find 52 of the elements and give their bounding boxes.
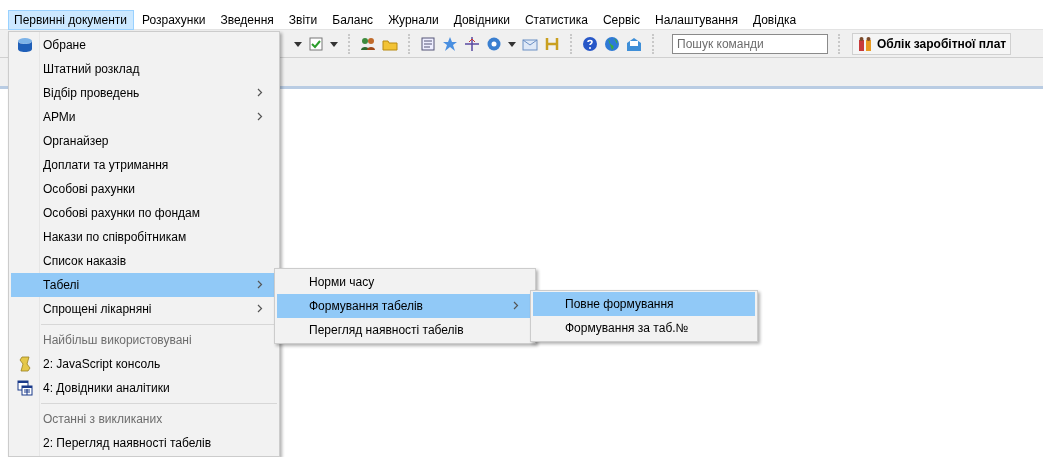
menu-bar-item[interactable]: Журнали <box>382 9 446 30</box>
menu-item[interactable]: Обране <box>11 33 277 57</box>
menu-group-header: Найбільш використовувані <box>42 333 193 347</box>
menu-item[interactable]: 2: JavaScript консоль <box>11 352 277 376</box>
menu-item[interactable]: Повне формування <box>533 292 755 316</box>
menu-item[interactable]: Органайзер <box>11 129 277 153</box>
table-windows-icon <box>17 380 33 396</box>
menu-group-header: Останні з викликаних <box>42 412 164 426</box>
chevron-right-icon <box>513 301 519 310</box>
chevron-right-icon <box>257 304 263 313</box>
menu-bar-item[interactable]: Первинні документи <box>8 9 134 30</box>
menu-item[interactable]: Формування табелів <box>277 294 533 318</box>
menu-bar-item[interactable]: Довідники <box>447 9 517 30</box>
menu-item[interactable]: Спрощені лікарняні <box>11 297 277 321</box>
menu-item[interactable]: Формування за таб.№ <box>533 316 755 340</box>
menu-item[interactable]: Особові рахунки <box>11 177 277 201</box>
menu-item[interactable]: Список наказів <box>11 249 277 273</box>
search-field[interactable]: Пошук команди <box>672 33 828 54</box>
star-icon[interactable] <box>442 35 458 52</box>
menu-item[interactable]: 4: Довідники аналітики <box>11 376 277 400</box>
chevron-right-icon <box>257 112 263 121</box>
menu-bar-item[interactable]: Налаштування <box>649 9 745 30</box>
menu-item[interactable]: Табелі <box>11 273 277 297</box>
menu-item[interactable]: 2: Перегляд наявності табелів <box>11 431 277 455</box>
crosshair-icon[interactable] <box>464 35 480 52</box>
menu-bar-item[interactable]: Розрахунки <box>136 9 213 30</box>
people-icon[interactable] <box>857 35 873 52</box>
menu-bar-item[interactable]: Сервіс <box>596 9 647 30</box>
menu-item[interactable]: Доплати та утримання <box>11 153 277 177</box>
people-icon[interactable] <box>360 35 376 52</box>
document-icon[interactable] <box>420 35 436 52</box>
help-icon[interactable] <box>582 35 598 52</box>
chevron-right-icon <box>257 88 263 97</box>
menu-item[interactable]: Накази по співробітникам <box>11 225 277 249</box>
menu-item[interactable]: Норми часу <box>277 270 533 294</box>
globe-icon[interactable] <box>604 35 620 52</box>
menu-item[interactable]: Штатний розклад <box>11 57 277 81</box>
mail-icon[interactable] <box>626 35 642 52</box>
checked-document-icon[interactable] <box>308 35 324 52</box>
menu-bar-item[interactable]: Статистика <box>518 9 595 30</box>
toolbar-button[interactable]: Облік заробітної плат <box>852 32 1012 55</box>
menu-bar-item[interactable]: Довідка <box>746 9 804 30</box>
chevron-right-icon <box>257 280 263 289</box>
menu-bar-item[interactable]: Баланс <box>326 9 381 30</box>
menu-item[interactable]: Особові рахунки по фондам <box>11 201 277 225</box>
menu-bar-item[interactable]: Зведення <box>214 9 281 30</box>
menu-item[interactable]: Перегляд наявності табелів <box>277 318 533 342</box>
database-icon <box>17 37 33 53</box>
menu-bar-item[interactable]: Звіти <box>282 9 325 30</box>
menu-item[interactable]: АРМи <box>11 105 277 129</box>
menu-item[interactable]: Відбір проведень <box>11 81 277 105</box>
scroll-icon <box>18 356 32 372</box>
